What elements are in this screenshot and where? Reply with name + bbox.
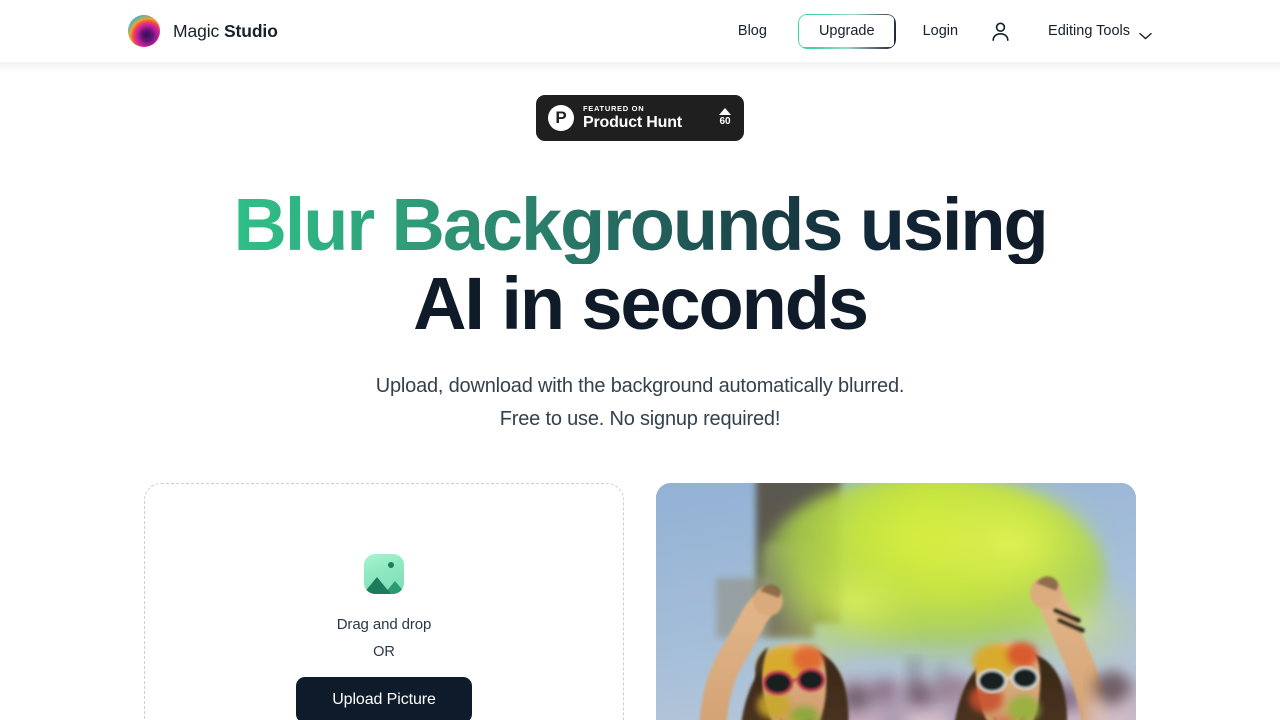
nav-item-blog[interactable]: Blog bbox=[738, 23, 767, 39]
drag-and-drop-label: Drag and drop bbox=[336, 615, 432, 633]
upvote-count: 60 bbox=[719, 116, 731, 127]
headline-line-2: AI in seconds bbox=[413, 262, 869, 346]
brand-name-light: Magic bbox=[173, 20, 224, 41]
magic-studio-logo-icon bbox=[128, 15, 160, 47]
image-placeholder-icon bbox=[364, 553, 404, 594]
main-navigation: Blog Upgrade Login Editing Tools bbox=[738, 0, 1280, 62]
upload-and-preview-row: Drag and drop OR Upload Picture bbox=[0, 482, 1280, 720]
preview-image-artwork bbox=[656, 482, 1136, 720]
brand-name-bold: Studio bbox=[223, 20, 278, 41]
product-hunt-badge-wrapper: P FEATURED ON Product Hunt 60 bbox=[0, 95, 1280, 141]
subtitle-line-1: Upload, download with the background aut… bbox=[375, 375, 905, 398]
subtitle-line-2: Free to use. No signup required! bbox=[499, 407, 781, 430]
upvote-triangle-icon bbox=[719, 108, 731, 115]
upgrade-button[interactable]: Upgrade bbox=[797, 13, 896, 49]
product-hunt-badge[interactable]: P FEATURED ON Product Hunt 60 bbox=[536, 95, 744, 141]
product-hunt-text: FEATURED ON Product Hunt bbox=[583, 104, 719, 133]
user-account-icon[interactable] bbox=[989, 20, 1012, 43]
product-hunt-logo-icon: P bbox=[548, 105, 574, 131]
editing-tools-menu[interactable]: Editing Tools bbox=[1048, 23, 1152, 40]
preview-image bbox=[656, 482, 1136, 720]
product-hunt-upvote[interactable]: 60 bbox=[719, 108, 731, 128]
nav-item-login[interactable]: Login bbox=[923, 23, 958, 39]
or-separator-label: OR bbox=[373, 643, 395, 660]
featured-on-label: FEATURED ON bbox=[583, 103, 645, 113]
editing-tools-label: Editing Tools bbox=[1048, 23, 1130, 39]
file-dropzone[interactable]: Drag and drop OR Upload Picture bbox=[144, 482, 624, 720]
product-hunt-name: Product Hunt bbox=[583, 113, 682, 131]
header-shadow bbox=[0, 62, 1280, 72]
brand-name: Magic Studio bbox=[173, 21, 278, 42]
headline-line-1: Blur Backgrounds using bbox=[0, 185, 1280, 264]
upload-picture-button[interactable]: Upload Picture bbox=[296, 676, 472, 720]
brand-logo-link[interactable]: Magic Studio bbox=[128, 15, 278, 47]
hero-subtitle: Upload, download with the background aut… bbox=[0, 370, 1280, 435]
page-title: Blur Backgrounds using AI in seconds bbox=[0, 185, 1280, 346]
chevron-down-icon bbox=[1139, 27, 1152, 40]
hero-section: Blur Backgrounds using AI in seconds Upl… bbox=[0, 141, 1280, 436]
site-header: Magic Studio Blog Upgrade Login Editing … bbox=[0, 0, 1280, 62]
